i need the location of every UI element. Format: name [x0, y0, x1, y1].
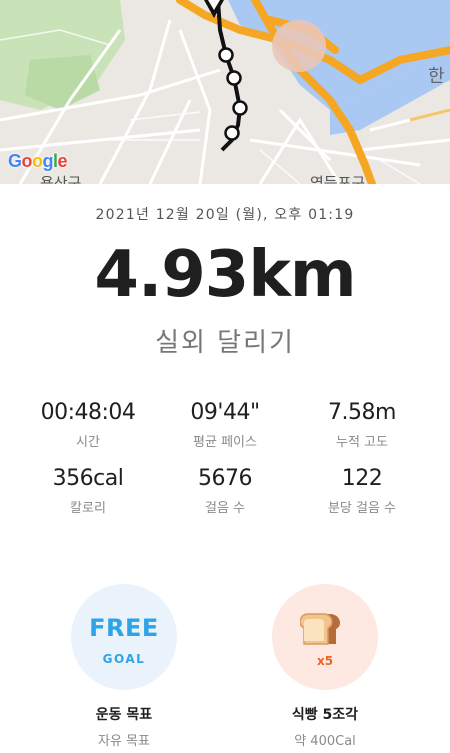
svg-text:용산구: 용산구 — [40, 174, 81, 184]
bread-title: 식빵 5조각 — [291, 707, 359, 723]
svg-text:영등포구: 영등포구 — [310, 174, 365, 184]
stat-label: 분당 걸음 수 — [327, 501, 397, 516]
free-goal-sub: GOAL — [102, 652, 146, 666]
stat-label: 시간 — [76, 435, 100, 450]
exercise-goal-title: 운동 목표 — [95, 707, 153, 723]
stat-label: 누적 고도 — [336, 435, 388, 450]
stat-value: 122 — [341, 466, 383, 491]
stat-value: 09'44" — [190, 400, 260, 425]
route-map[interactable]: 한 영등포구 용산구 Google — [0, 0, 450, 184]
exercise-goal-subtitle: 자유 목표 — [98, 734, 150, 749]
stat-value: 00:48:04 — [40, 400, 136, 425]
map-canvas: 한 영등포구 용산구 — [0, 0, 450, 184]
stat-elevation: 7.58m 누적 고도 — [287, 400, 437, 450]
stat-value: 7.58m — [328, 400, 396, 425]
stat-cadence: 122 분당 걸음 수 — [287, 466, 437, 516]
distance-value: 4.93km — [94, 238, 356, 312]
google-logo: Google — [8, 151, 68, 171]
bread-caption: 식빵 5조각 약 400Cal — [225, 704, 425, 749]
bread-calories: 약 400Cal — [294, 734, 356, 749]
bread-multiplier: x5 — [316, 654, 334, 668]
stat-value: 5676 — [198, 466, 253, 491]
record-date: 2021년 12월 20일 (월), 오후 01:19 — [95, 207, 355, 223]
stat-label: 평균 페이스 — [193, 435, 257, 450]
exercise-goal-caption: 운동 목표 자유 목표 — [24, 704, 224, 749]
stat-calories: 356cal 칼로리 — [13, 466, 163, 516]
activity-type: 실외 달리기 — [155, 328, 295, 358]
free-goal-main: FREE — [89, 614, 159, 642]
stat-label: 칼로리 — [70, 501, 106, 516]
stat-duration: 00:48:04 시간 — [13, 400, 163, 450]
stat-label: 걸음 수 — [204, 501, 245, 516]
stat-value: 356cal — [52, 466, 124, 491]
bread-icon — [300, 613, 340, 645]
svg-text:한: 한 — [428, 66, 445, 87]
free-goal-badge[interactable]: FREE GOAL — [71, 584, 177, 690]
stat-steps: 5676 걸음 수 — [150, 466, 300, 516]
stat-avg-pace: 09'44" 평균 페이스 — [150, 400, 300, 450]
bread-equivalent-badge[interactable]: x5 — [272, 584, 378, 690]
